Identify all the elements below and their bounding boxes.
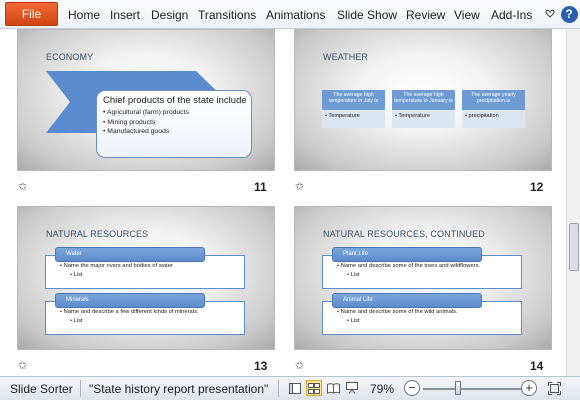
reading-view-icon[interactable] xyxy=(325,380,341,396)
tab-insert[interactable]: Insert xyxy=(110,8,140,22)
column-heading: The average high temperature in July is xyxy=(322,90,385,110)
tab-home[interactable]: Home xyxy=(68,8,100,22)
list-item: Manufactured goods xyxy=(103,127,245,137)
fit-to-window-icon[interactable] xyxy=(546,380,562,396)
zoom-level[interactable]: 79% xyxy=(370,382,394,396)
callout-heading: Chief products of the state include xyxy=(103,95,247,106)
tab-add-ins[interactable]: Add-Ins xyxy=(491,8,532,22)
weather-column-january: The average high temperature in January … xyxy=(392,90,455,128)
transition-star-icon[interactable]: ✩ xyxy=(295,180,304,193)
tab-view[interactable]: View xyxy=(454,8,480,22)
slide-title: NATURAL RESOURCES xyxy=(46,229,149,239)
zoom-slider-thumb[interactable] xyxy=(455,381,461,395)
slide-number: 11 xyxy=(254,180,267,194)
slide-number: 12 xyxy=(530,180,544,194)
weather-column-precipitation: The average yearly precipitation is • pr… xyxy=(462,90,525,128)
slide-number: 13 xyxy=(254,359,268,373)
tab-review[interactable]: Review xyxy=(406,8,445,22)
column-body: • Temperature xyxy=(322,110,385,128)
slide-sorter-pane: ECONOMY Chief products of the state incl… xyxy=(0,29,580,376)
help-icon[interactable]: ? xyxy=(560,5,578,23)
tab-design[interactable]: Design xyxy=(151,8,188,22)
status-divider xyxy=(80,380,81,397)
ribbon-tab-bar: File Home Insert Design Transitions Anim… xyxy=(0,0,580,29)
callout-bullet-list: Agricultural (farm) products Mining prod… xyxy=(103,108,245,137)
weather-column-july: The average high temperature in July is … xyxy=(322,90,385,128)
zoom-slider-track[interactable] xyxy=(423,388,521,390)
transition-star-icon[interactable]: ✩ xyxy=(295,359,304,372)
status-divider xyxy=(278,380,279,397)
section-tab: Water xyxy=(55,247,205,262)
column-heading: The average high temperature in January … xyxy=(392,90,455,110)
section-tab: Plant Life xyxy=(332,247,482,262)
column-heading: The average yearly precipitation is xyxy=(462,90,525,110)
slide-thumbnail-14[interactable]: NATURAL RESOURCES, CONTINUED • Name and … xyxy=(294,206,552,350)
zoom-in-button[interactable]: + xyxy=(521,380,537,396)
section-tab: Animal Life xyxy=(332,293,482,308)
transition-star-icon[interactable]: ✩ xyxy=(18,359,27,372)
slide-number: 14 xyxy=(530,359,544,373)
slide-title: ECONOMY xyxy=(46,52,94,62)
theme-name-label[interactable]: "State history report presentation" xyxy=(89,382,268,396)
slide-thumbnail-13[interactable]: NATURAL RESOURCES • Name the major river… xyxy=(17,206,275,350)
status-bar: Slide Sorter "State history report prese… xyxy=(0,376,580,400)
scrollbar-thumb[interactable] xyxy=(569,223,579,271)
tab-slide-show[interactable]: Slide Show xyxy=(337,8,397,22)
list-item: Agricultural (farm) products xyxy=(103,108,245,118)
slide-title: WEATHER xyxy=(323,52,369,62)
list-item: Mining products xyxy=(103,118,245,128)
tab-animations[interactable]: Animations xyxy=(266,8,325,22)
column-body: • precipitation xyxy=(462,110,525,128)
slide-sorter-view-icon[interactable] xyxy=(306,380,322,396)
slide-show-view-icon[interactable] xyxy=(344,380,360,396)
section-tab: Minerals xyxy=(55,293,205,308)
vertical-scrollbar[interactable] xyxy=(566,29,580,376)
slide-thumbnail-11[interactable]: ECONOMY Chief products of the state incl… xyxy=(17,29,275,171)
zoom-out-button[interactable]: − xyxy=(404,380,420,396)
slide-title: NATURAL RESOURCES, CONTINUED xyxy=(323,229,485,239)
file-tab[interactable]: File xyxy=(5,2,58,26)
slide-thumbnail-12[interactable]: WEATHER The average high temperature in … xyxy=(294,29,552,171)
view-name-label: Slide Sorter xyxy=(10,382,73,396)
column-body: • Temperature xyxy=(392,110,455,128)
normal-view-icon[interactable] xyxy=(287,380,303,396)
chevron-down-icon[interactable] xyxy=(541,5,559,23)
tab-transitions[interactable]: Transitions xyxy=(198,8,256,22)
callout-box: Chief products of the state include Agri… xyxy=(96,90,252,158)
transition-star-icon[interactable]: ✩ xyxy=(18,180,27,193)
